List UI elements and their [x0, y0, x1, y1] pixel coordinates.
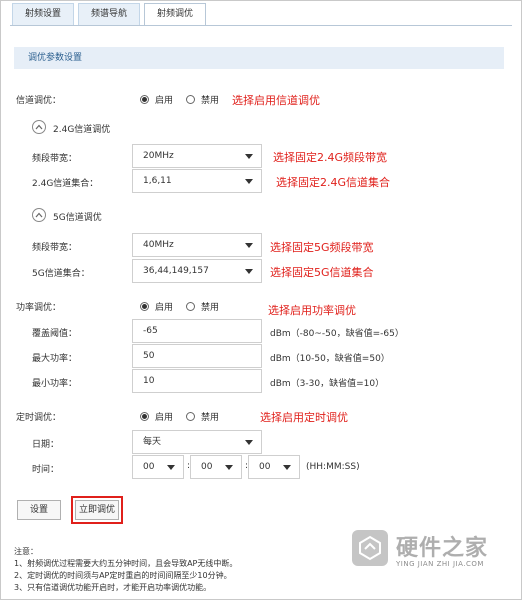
time-format-hint: (HH:MM:SS) [306, 462, 360, 472]
tab-rf-settings[interactable]: 射频设置 [12, 3, 75, 25]
band24-bandwidth-select[interactable]: 20MHz [132, 144, 262, 168]
band5-channel-set-select[interactable]: 36,44,149,157 [132, 259, 262, 283]
band24-title: 2.4G信道调优 [53, 125, 111, 135]
notes-panel: 注意： 1、射频调优过程需要大约五分钟时间，且会导致AP无线中断。 2、定时调优… [14, 546, 237, 594]
chevron-down-icon [245, 154, 253, 159]
max-power-hint: dBm（10-50，缺省值=50） [270, 354, 390, 364]
radio-selected-icon [140, 412, 149, 421]
power-tuning-annotation: 选择启用功率调优 [268, 304, 356, 317]
chevron-down-icon [225, 465, 233, 470]
watermark-logo-icon [352, 530, 388, 566]
tab-bar: 射频设置 频谱导航 射频调优 [12, 3, 210, 26]
coverage-threshold-label: 覆盖阈值： [32, 329, 78, 339]
band5-collapse-icon[interactable] [32, 208, 46, 222]
radio-selected-icon [140, 302, 149, 311]
channel-tuning-annotation: 选择启用信道调优 [232, 94, 320, 107]
radio-unselected-icon [186, 95, 195, 104]
chevron-down-icon [245, 243, 253, 248]
coverage-threshold-hint: dBm（-80~-50，缺省值=-65） [270, 329, 404, 339]
tab-rf-tuning[interactable]: 射频调优 [144, 3, 207, 26]
chevron-down-icon [245, 440, 253, 445]
watermark: 硬件之家 YING JIAN ZHI JIA.COM [352, 528, 512, 572]
band5-channel-set-annotation: 选择固定5G信道集合 [270, 266, 374, 279]
chevron-down-icon [283, 465, 291, 470]
max-power-label: 最大功率： [32, 354, 78, 364]
chevron-down-icon [245, 179, 253, 184]
band24-collapse-icon[interactable] [32, 120, 46, 134]
band24-channel-set-label: 2.4G信道集合： [32, 179, 99, 189]
radio-unselected-icon [186, 412, 195, 421]
coverage-threshold-input[interactable]: -65 [132, 319, 262, 343]
scheduled-tuning-enable-radio[interactable]: 启用 [140, 410, 173, 423]
hour-select[interactable]: 00 [132, 455, 184, 479]
band24-channel-set-annotation: 选择固定2.4G信道集合 [276, 176, 391, 189]
band24-bandwidth-label: 频段带宽： [32, 154, 78, 164]
radio-selected-icon [140, 95, 149, 104]
time-label: 时间： [32, 465, 60, 475]
chevron-down-icon [245, 269, 253, 274]
scheduled-tuning-disable-radio[interactable]: 禁用 [186, 410, 219, 423]
min-power-label: 最小功率： [32, 379, 78, 389]
note-item: 2、定时调优的时间须与AP定时重启的时间间隔至少10分钟。 [14, 571, 232, 580]
date-select[interactable]: 每天 [132, 430, 262, 454]
settings-button[interactable]: 设置 [17, 500, 61, 520]
power-tuning-disable-radio[interactable]: 禁用 [186, 300, 219, 313]
band5-bandwidth-select[interactable]: 40MHz [132, 233, 262, 257]
band5-channel-set-label: 5G信道集合： [32, 269, 90, 279]
chevron-down-icon [167, 465, 175, 470]
radio-unselected-icon [186, 302, 195, 311]
band24-bandwidth-annotation: 选择固定2.4G频段带宽 [273, 151, 388, 164]
max-power-input[interactable]: 50 [132, 344, 262, 368]
band5-bandwidth-annotation: 选择固定5G频段带宽 [270, 241, 374, 254]
tune-now-button[interactable]: 立即调优 [75, 500, 119, 520]
notes-title: 注意： [14, 547, 38, 556]
second-select[interactable]: 00 [248, 455, 300, 479]
band5-title: 5G信道调优 [53, 213, 102, 223]
channel-tuning-disable-radio[interactable]: 禁用 [186, 93, 219, 106]
power-tuning-enable-radio[interactable]: 启用 [140, 300, 173, 313]
minute-select[interactable]: 00 [190, 455, 242, 479]
watermark-name: 硬件之家 [396, 536, 489, 561]
min-power-input[interactable]: 10 [132, 369, 262, 393]
tab-divider [10, 25, 512, 26]
watermark-sub: YING JIAN ZHI JIA.COM [396, 560, 484, 568]
scheduled-tuning-annotation: 选择启用定时调优 [260, 411, 348, 424]
tab-spectrum-nav[interactable]: 频谱导航 [78, 3, 141, 25]
band24-channel-set-select[interactable]: 1,6,11 [132, 169, 262, 193]
scheduled-tuning-label: 定时调优： [16, 413, 62, 423]
section-title: 调优参数设置 [14, 47, 504, 69]
band5-bandwidth-label: 频段带宽： [32, 243, 78, 253]
date-label: 日期： [32, 440, 60, 450]
channel-tuning-enable-radio[interactable]: 启用 [140, 93, 173, 106]
note-item: 1、射频调优过程需要大约五分钟时间，且会导致AP无线中断。 [14, 559, 238, 568]
note-item: 3、只有信道调优功能开启时，才能开启功率调优功能。 [14, 583, 212, 592]
channel-tuning-label: 信道调优： [16, 96, 62, 106]
min-power-hint: dBm（3-30，缺省值=10） [270, 379, 385, 389]
power-tuning-label: 功率调优： [16, 303, 62, 313]
